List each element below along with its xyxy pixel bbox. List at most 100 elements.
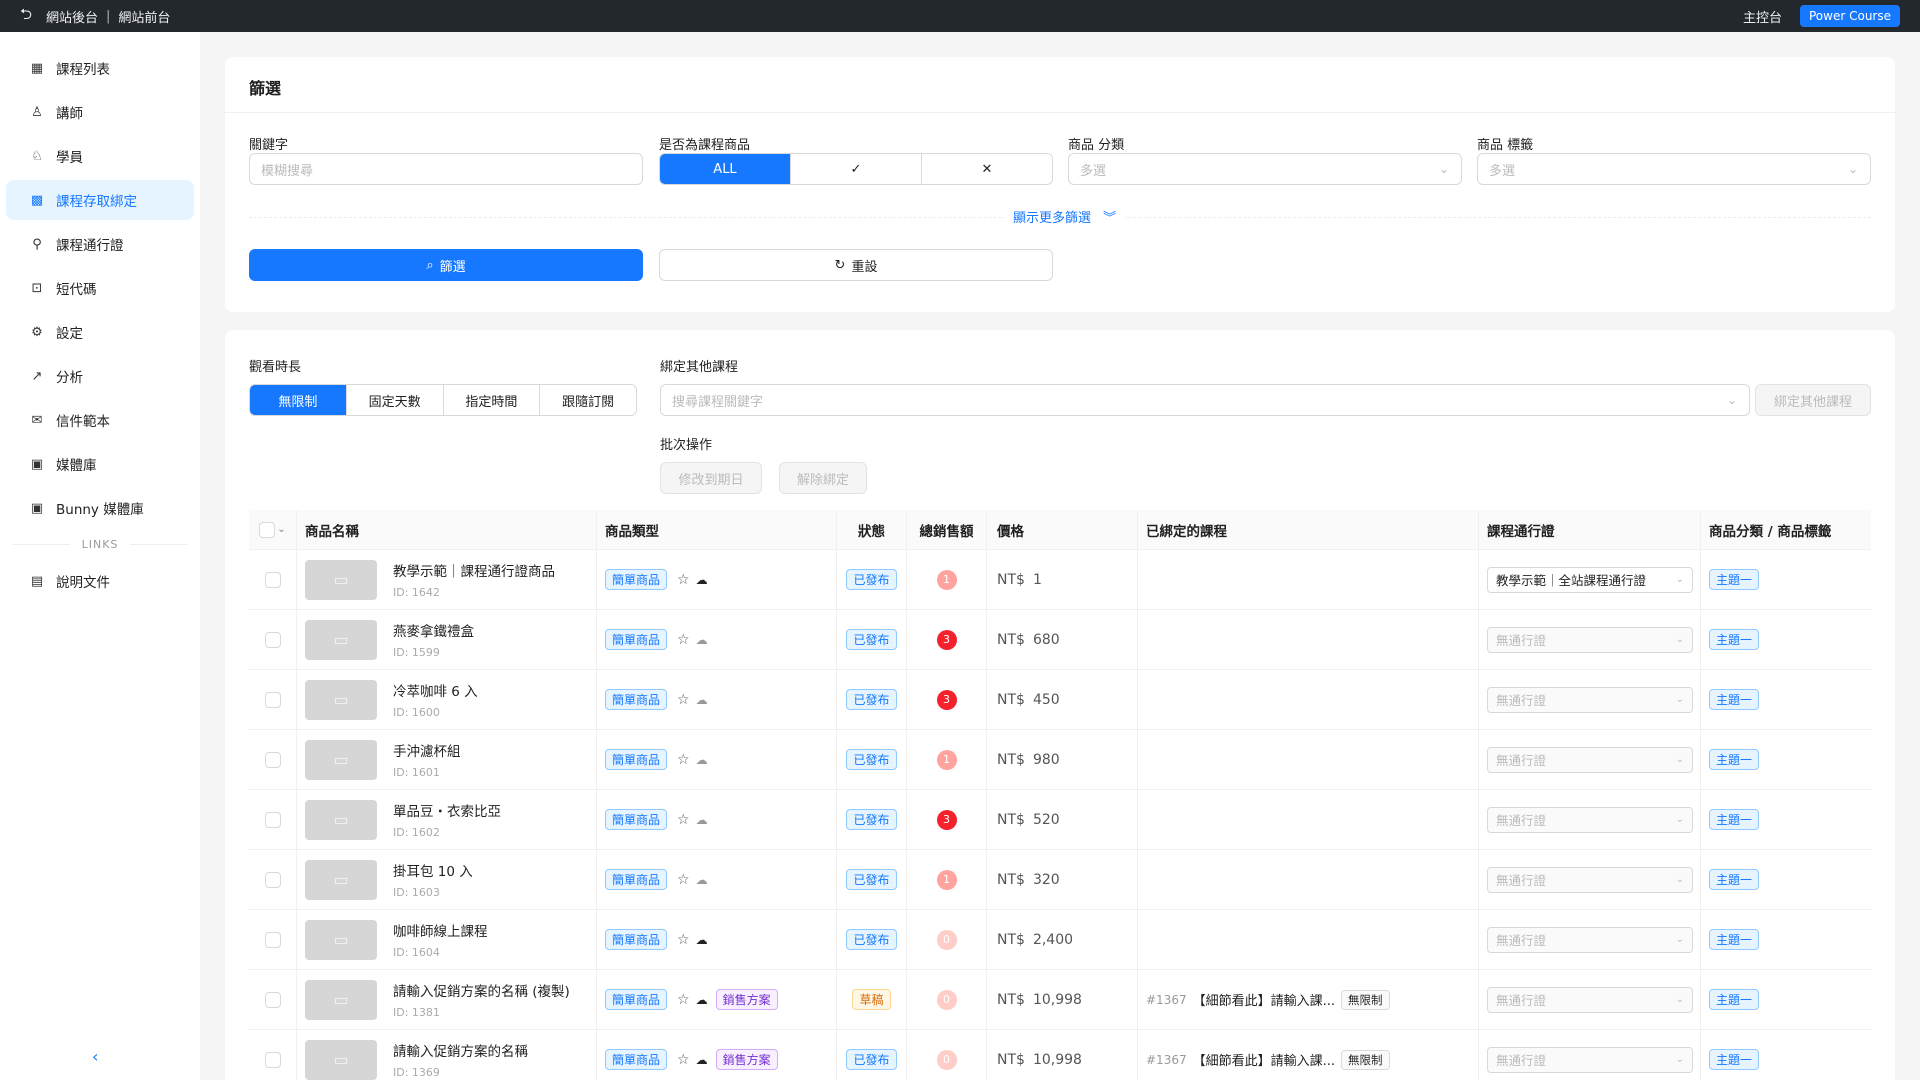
show-more-filters[interactable]: 顯示更多篩選 ︾	[1005, 207, 1125, 226]
product-thumbnail[interactable]: ▭	[305, 739, 377, 780]
row-checkbox[interactable]	[264, 811, 281, 828]
row-checkbox[interactable]	[264, 931, 281, 948]
bind-course-button[interactable]: 綁定其他課程	[1755, 384, 1871, 416]
sidebar-item-3[interactable]: ▩ 課程存取綁定	[6, 180, 194, 220]
console-link[interactable]: 主控台	[1743, 7, 1782, 26]
product-name[interactable]: 咖啡師線上課程	[393, 920, 488, 940]
sidebar-item-10[interactable]: ▣ Bunny 媒體庫	[6, 488, 194, 528]
table-row[interactable]: ▭ 請輸入促銷方案的名稱 (複製) ID: 1381 簡單商品 ☆ ☁ 銷售方案…	[249, 970, 1871, 1030]
is-course-yes[interactable]: ✓	[790, 154, 921, 184]
frontend-link[interactable]: 網站前台	[118, 7, 170, 26]
backend-link[interactable]: 網站後台	[46, 7, 98, 26]
table-row[interactable]: ▭ 單品豆・衣索比亞 ID: 1602 簡單商品 ☆ ☁ 已發布 3 NT$ 5…	[249, 790, 1871, 850]
is-course-all[interactable]: ALL	[660, 154, 790, 184]
bind-course-search[interactable]: 搜尋課程關鍵字 ⌄	[660, 384, 1750, 416]
course-pass-select[interactable]: 教學示範｜全站課程通行證 ⌄	[1487, 566, 1693, 593]
product-thumbnail[interactable]: ▭	[305, 979, 377, 1020]
sidebar-item-5[interactable]: ⊡ 短代碼	[6, 268, 194, 308]
star-icon[interactable]: ☆	[677, 992, 690, 1008]
product-name[interactable]: 手沖濾杯組	[393, 740, 461, 760]
row-checkbox[interactable]	[264, 571, 281, 588]
keyword-input[interactable]: 模糊搜尋	[249, 153, 643, 185]
course-pass-select[interactable]: 無通行證 ⌄	[1487, 866, 1693, 893]
product-thumbnail[interactable]: ▭	[305, 679, 377, 720]
price-cell: NT$ 680	[987, 610, 1137, 669]
product-name[interactable]: 冷萃咖啡 6 入	[393, 680, 478, 700]
product-type-tag: 簡單商品	[605, 929, 668, 950]
star-icon[interactable]: ☆	[677, 812, 690, 828]
watch-option-specific-time[interactable]: 指定時間	[442, 385, 540, 415]
chevron-down-icon[interactable]: ⌄	[277, 524, 285, 535]
product-thumbnail[interactable]: ▭	[305, 799, 377, 840]
table-row[interactable]: ▭ 手沖濾杯組 ID: 1601 簡單商品 ☆ ☁ 已發布 1 NT$ 980 …	[249, 730, 1871, 790]
row-checkbox[interactable]	[264, 1051, 281, 1068]
course-pass-select[interactable]: 無通行證 ⌄	[1487, 626, 1693, 653]
chevron-down-icon: ⌄	[1438, 162, 1449, 176]
product-thumbnail[interactable]: ▭	[305, 859, 377, 900]
product-thumbnail[interactable]: ▭	[305, 559, 377, 600]
course-pass-select[interactable]: 無通行證 ⌄	[1487, 986, 1693, 1013]
star-icon[interactable]: ☆	[677, 692, 690, 708]
course-pass-select[interactable]: 無通行證 ⌄	[1487, 806, 1693, 833]
unbind-button[interactable]: 解除綁定	[779, 462, 867, 494]
product-name[interactable]: 單品豆・衣索比亞	[393, 800, 501, 820]
row-checkbox[interactable]	[264, 631, 281, 648]
table-row[interactable]: ▭ 冷萃咖啡 6 入 ID: 1600 簡單商品 ☆ ☁ 已發布 3 NT$ 4…	[249, 670, 1871, 730]
sidebar-item-6[interactable]: ⚙ 設定	[6, 312, 194, 352]
reset-button[interactable]: ↻ 重設	[659, 249, 1053, 281]
sidebar-item-2[interactable]: ♘ 學員	[6, 136, 194, 176]
row-checkbox[interactable]	[264, 871, 281, 888]
back-icon[interactable]: ⮌	[20, 4, 32, 29]
star-icon[interactable]: ☆	[677, 872, 690, 888]
product-thumbnail[interactable]: ▭	[305, 919, 377, 960]
bound-course-name[interactable]: 【細節看此】請輸入課...	[1193, 1050, 1335, 1069]
is-course-no[interactable]: ✕	[921, 154, 1052, 184]
product-type-tag: 簡單商品	[605, 989, 668, 1010]
bound-course-name[interactable]: 【細節看此】請輸入課...	[1193, 990, 1335, 1009]
collapse-sidebar-icon[interactable]: ‹	[92, 1047, 98, 1066]
course-pass-select[interactable]: 無通行證 ⌄	[1487, 686, 1693, 713]
product-name[interactable]: 掛耳包 10 入	[393, 860, 473, 880]
row-checkbox[interactable]	[264, 691, 281, 708]
product-name[interactable]: 請輸入促銷方案的名稱	[393, 1040, 528, 1060]
table-row[interactable]: ▭ 燕麥拿鐵禮盒 ID: 1599 簡單商品 ☆ ☁ 已發布 3 NT$ 680…	[249, 610, 1871, 670]
power-course-button[interactable]: Power Course	[1800, 5, 1900, 27]
watch-option-subscription[interactable]: 跟隨訂閱	[539, 385, 636, 415]
star-icon[interactable]: ☆	[677, 632, 690, 648]
product-name[interactable]: 燕麥拿鐵禮盒	[393, 620, 474, 640]
sidebar-item-4[interactable]: ⚲ 課程通行證	[6, 224, 194, 264]
course-pass-select[interactable]: 無通行證 ⌄	[1487, 746, 1693, 773]
sidebar-item-7[interactable]: ↗ 分析	[6, 356, 194, 396]
filter-button[interactable]: ⌕ 篩選	[249, 249, 643, 281]
sidebar-item-8[interactable]: ✉ 信件範本	[6, 400, 194, 440]
star-icon[interactable]: ☆	[677, 1052, 690, 1068]
status-cell: 已發布	[837, 1030, 907, 1080]
watch-option-unlimited[interactable]: 無限制	[250, 385, 346, 415]
table-row[interactable]: ▭ 咖啡師線上課程 ID: 1604 簡單商品 ☆ ☁ 已發布 0 NT$ 2,…	[249, 910, 1871, 970]
sidebar-item-9[interactable]: ▣ 媒體庫	[6, 444, 194, 484]
sidebar-item-0[interactable]: ▦ 課程列表	[6, 48, 194, 88]
product-thumbnail[interactable]: ▭	[305, 619, 377, 660]
category-select[interactable]: 多選 ⌄	[1068, 153, 1462, 185]
product-thumbnail[interactable]: ▭	[305, 1039, 377, 1080]
table-row[interactable]: ▭ 掛耳包 10 入 ID: 1603 簡單商品 ☆ ☁ 已發布 1 NT$ 3…	[249, 850, 1871, 910]
select-all-checkbox[interactable]	[259, 521, 276, 538]
row-checkbox[interactable]	[264, 991, 281, 1008]
course-pass-select[interactable]: 無通行證 ⌄	[1487, 1046, 1693, 1073]
change-expiry-button[interactable]: 修改到期日	[660, 462, 762, 494]
sidebar-item-label: Bunny 媒體庫	[56, 502, 144, 518]
star-icon[interactable]: ☆	[677, 572, 690, 588]
table-row[interactable]: ▭ 請輸入促銷方案的名稱 ID: 1369 簡單商品 ☆ ☁ 銷售方案 已發布 …	[249, 1030, 1871, 1080]
sidebar-item-1[interactable]: ♙ 講師	[6, 92, 194, 132]
product-name[interactable]: 請輸入促銷方案的名稱 (複製)	[393, 980, 570, 1000]
tag-select[interactable]: 多選 ⌄	[1477, 153, 1871, 185]
course-pass-select[interactable]: 無通行證 ⌄	[1487, 926, 1693, 953]
price-value: 450	[1032, 691, 1060, 708]
table-row[interactable]: ▭ 教學示範｜課程通行證商品 ID: 1642 簡單商品 ☆ ☁ 已發布 1 N…	[249, 550, 1871, 610]
star-icon[interactable]: ☆	[677, 932, 690, 948]
product-name[interactable]: 教學示範｜課程通行證商品	[393, 560, 555, 580]
sidebar-item-docs[interactable]: ▤ 說明文件	[6, 561, 194, 601]
watch-option-fixed-days[interactable]: 固定天數	[345, 385, 443, 415]
row-checkbox[interactable]	[264, 751, 281, 768]
star-icon[interactable]: ☆	[677, 752, 690, 768]
